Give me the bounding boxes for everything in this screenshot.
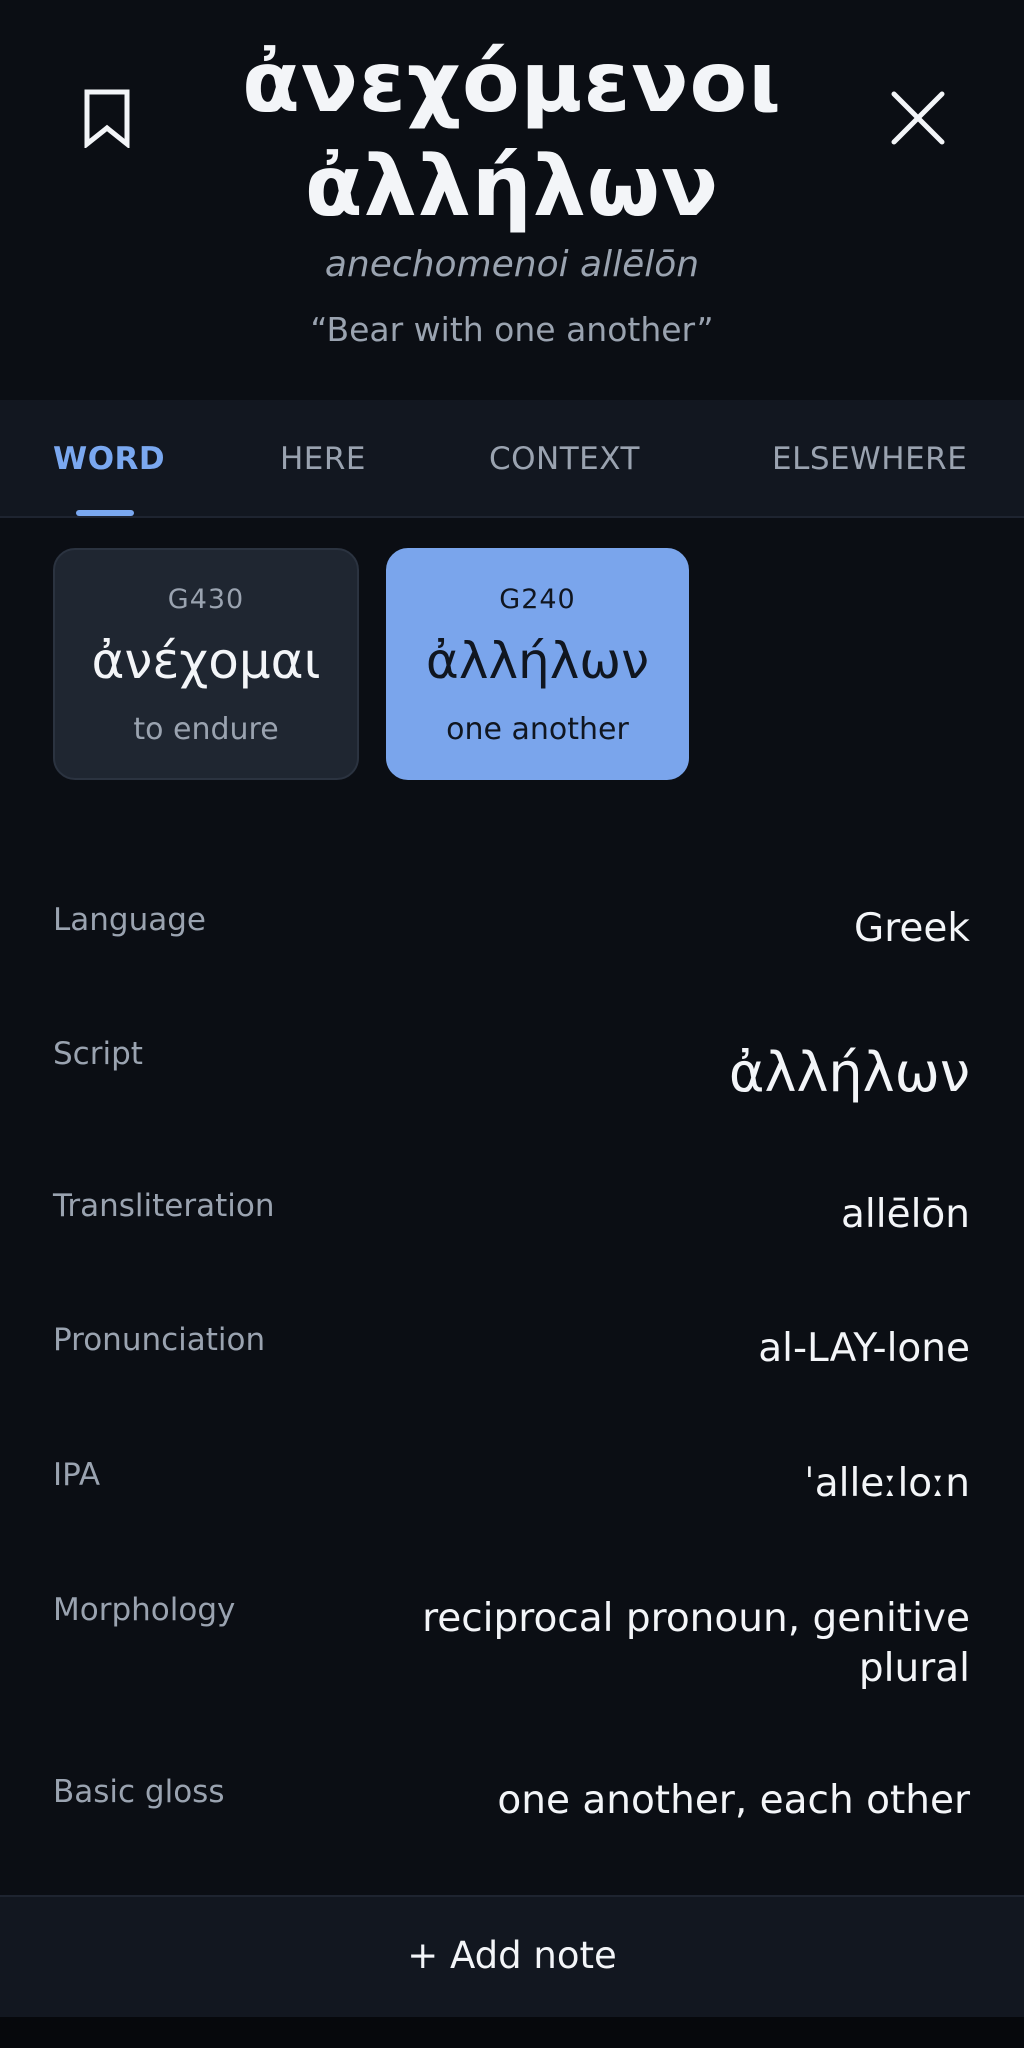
lemma-card-g240[interactable]: G240 ἀλλήλων one another [386,548,689,780]
page-title: ἀνεχόμενοι ἀλλήλων [200,30,824,238]
title-line-2: ἀλλήλων [304,137,720,235]
detail-label: Basic gloss [53,1774,225,1810]
lemma-word: ἀλλήλων [425,632,650,690]
close-button[interactable] [878,78,958,158]
tab-elsewhere[interactable]: ELSEWHERE [772,400,967,518]
bookmark-button[interactable] [67,78,147,158]
add-note-button[interactable]: + Add note [0,1895,1024,2017]
header-gloss: “Bear with one another” [310,310,714,349]
bookmark-icon [84,89,130,148]
title-line-1: ἀνεχόμενοι [242,33,782,131]
lemma-card-g430[interactable]: G430 ἀνέχομαι to endure [53,548,359,780]
close-icon [891,91,945,145]
bottom-safe-area [0,2017,1024,2048]
detail-value: ˈalleːloːn [804,1461,970,1506]
detail-label: IPA [53,1457,101,1493]
lemma-gloss: to endure [133,712,279,747]
lemma-code: G240 [499,584,576,615]
detail-value: reciprocal pronoun, genitive plural [422,1596,970,1691]
detail-label: Language [53,902,206,938]
lemma-code: G430 [167,584,245,615]
detail-label: Morphology [53,1592,236,1628]
detail-value: allēlōn [841,1192,970,1237]
active-tab-indicator [76,510,134,516]
tab-context[interactable]: CONTEXT [489,400,640,518]
detail-label: Transliteration [53,1188,275,1224]
detail-value: one another, each other [497,1778,970,1823]
detail-value: ἀλλήλων [728,1041,970,1104]
header: ἀνεχόμενοι ἀλλήλων anechomenoi allēlōn “… [0,0,1024,400]
lemma-gloss: one another [446,712,629,747]
tab-here[interactable]: HERE [280,400,366,518]
tab-word[interactable]: WORD [53,400,165,518]
detail-value: Greek [854,906,970,951]
detail-value: al-LAY-lone [758,1326,970,1371]
detail-label: Script [53,1036,143,1072]
word-detail-screen: ἀνεχόμενοι ἀλλήλων anechomenoi allēlōn “… [0,0,1024,2048]
lemma-word: ἀνέχομαι [91,632,321,690]
detail-label: Pronunciation [53,1322,266,1358]
tab-bar: WORD HERE CONTEXT ELSEWHERE [0,400,1024,518]
header-transliteration: anechomenoi allēlōn [324,244,700,285]
